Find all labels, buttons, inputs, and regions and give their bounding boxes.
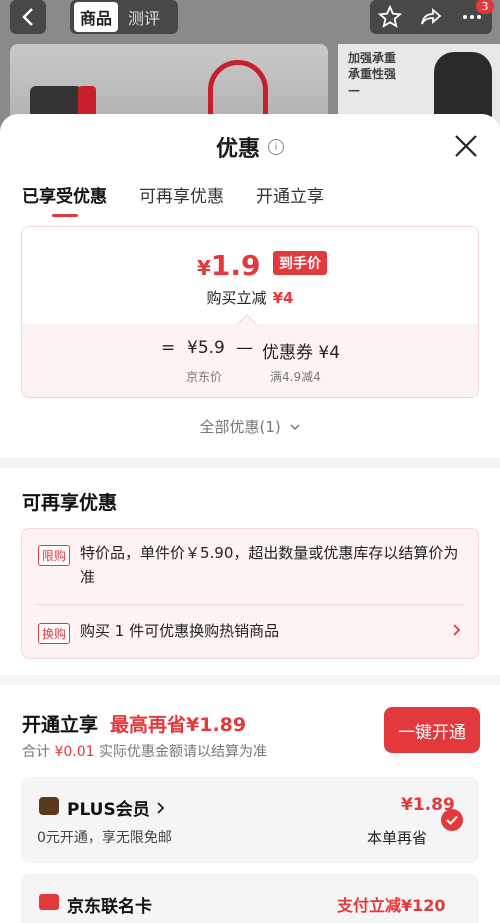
top-actions (370, 0, 492, 34)
share-icon[interactable] (419, 5, 443, 29)
jd-price: ¥5.9 (187, 338, 225, 358)
co-branded-card-name: 京东联名卡 (67, 897, 152, 917)
section-divider-2 (0, 675, 500, 685)
top-tabs: 商品 测评 (70, 0, 178, 34)
info-icon[interactable]: i (268, 139, 284, 155)
more-offers-list: 限购 特价品，单件价￥5.90，超出数量或优惠库存以结算价为准 换购 购买 1 … (21, 528, 479, 659)
check-icon[interactable] (441, 809, 463, 831)
price-formula-section: = ¥5.9 — 优惠券 ¥4 京东价 满4.9减4 (22, 314, 478, 397)
final-price: ¥1.9 (197, 249, 261, 282)
tab-enjoyed-offers[interactable]: 已享受优惠 (22, 180, 107, 207)
open-enjoy-subtitle: 合计 ¥0.01 实际优惠金额请以结算为准 (22, 741, 267, 761)
section-divider (0, 458, 500, 468)
tab-product[interactable]: 商品 (74, 2, 119, 32)
chevron-right-icon[interactable] (452, 623, 462, 637)
offers-sheet: 优惠 i 已享受优惠 可再享优惠 开通立享 ¥1.9 到手价 购买立减 ¥4 = … (0, 114, 500, 923)
plus-save-label: 本单再省 (367, 829, 428, 847)
price-breakdown-card: ¥1.9 到手价 购买立减 ¥4 = ¥5.9 — 优惠券 ¥4 京东价 满4.9… (21, 226, 479, 398)
discount-line: 购买立减 ¥4 (22, 287, 478, 308)
total-note: 实际优惠金额请以结算为准 (99, 744, 267, 760)
plus-name-label: PLUS会员 (67, 800, 150, 820)
star-icon[interactable] (378, 5, 403, 29)
jd-price-label: 京东价 (186, 370, 223, 384)
credit-card-icon (39, 894, 59, 910)
notification-badge: 3 (476, 0, 494, 14)
final-price-currency: ¥ (197, 256, 211, 280)
open-enjoy-title: 开通立享 (22, 714, 99, 736)
tab-open-enjoy[interactable]: 开通立享 (256, 180, 324, 207)
promo-text: 加强承重 承重性强 — (348, 51, 397, 97)
final-price-section: ¥1.9 到手价 购买立减 ¥4 (22, 227, 478, 324)
sheet-title: 优惠 (215, 137, 260, 162)
plus-membership-card[interactable]: PLUS会员 0元开通，享无限免邮 ¥1.89 本单再省 (21, 777, 479, 863)
plus-description: 0元开通，享无限免邮 (37, 830, 172, 846)
offer-text-limited: 特价品，单件价￥5.90，超出数量或优惠库存以结算价为准 (80, 544, 459, 586)
plus-name[interactable]: PLUS会员 (67, 795, 166, 820)
open-enjoy-header: 开通立享 最高再省¥1.89 (22, 710, 246, 737)
one-key-open-button[interactable]: 一键开通 (384, 707, 480, 753)
chevron-down-icon (289, 424, 300, 431)
tab-more-offers[interactable]: 可再享优惠 (139, 180, 224, 207)
sheet-tabs: 已享受优惠 可再享优惠 开通立享 (0, 180, 500, 224)
discount-value: ¥4 (272, 289, 294, 307)
equals-sign: = (161, 338, 176, 358)
co-branded-card-promo: 支付立减¥120 (337, 896, 446, 915)
final-price-value: 1.9 (210, 249, 261, 282)
offer-tag-exchange: 换购 (38, 623, 71, 644)
coupon-value: 优惠券 ¥4 (262, 343, 341, 363)
jd-co-branded-card[interactable]: 京东联名卡 支付立减¥120 (21, 874, 479, 923)
total-label: 合计 (22, 744, 50, 760)
tab-review[interactable]: 测评 (122, 2, 166, 32)
close-icon[interactable] (452, 132, 480, 160)
crown-icon (39, 797, 59, 815)
max-save-text: 最高再省¥1.89 (110, 714, 247, 736)
back-button[interactable] (10, 0, 46, 34)
coupon-label: 满4.9减4 (270, 370, 321, 384)
offer-text-exchange[interactable]: 购买 1 件可优惠换购热销商品 (80, 619, 440, 643)
top-bar: 商品 测评 3 (0, 0, 500, 36)
final-price-tag: 到手价 (273, 251, 327, 275)
discount-label: 购买立减 (206, 289, 267, 307)
minus-sign: — (236, 338, 253, 358)
sheet-header: 优惠 i (0, 114, 500, 180)
offer-divider (36, 604, 464, 605)
total-amount: ¥0.01 (54, 744, 95, 760)
more-offers-title: 可再享优惠 (22, 492, 118, 514)
all-offers-label: 全部优惠(1) (199, 418, 281, 436)
chevron-left-icon (22, 8, 33, 26)
offer-tag-limited: 限购 (38, 545, 71, 566)
all-offers-toggle[interactable]: 全部优惠(1) (0, 416, 500, 437)
chevron-right-icon (157, 802, 164, 814)
